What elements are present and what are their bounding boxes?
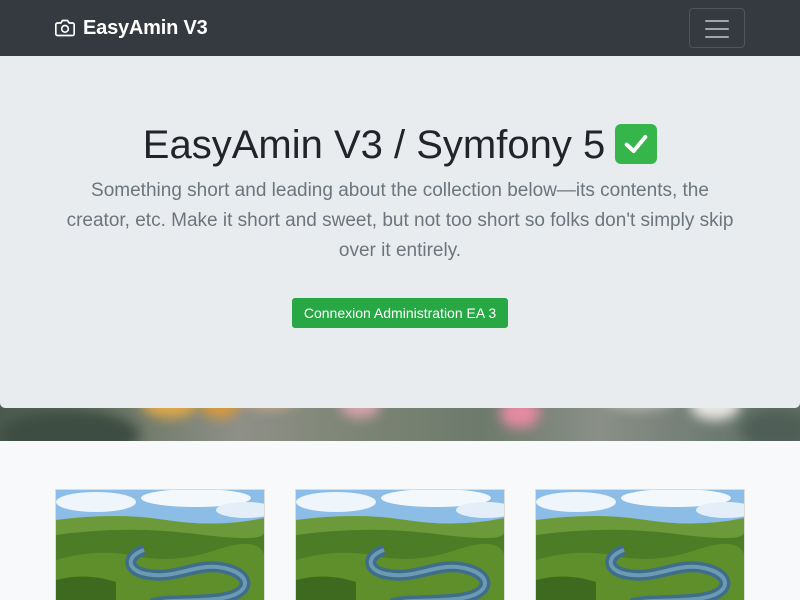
river-valley-thumbnail [296,490,504,600]
river-valley-thumbnail [56,490,264,600]
brand-name: EasyAmin V3 [83,16,208,39]
page-title-text: EasyAmin V3 / Symfony 5 [142,123,606,167]
navbar: EasyAmin V3 [0,0,800,56]
brand-link[interactable]: EasyAmin V3 [55,16,208,40]
jumbotron: EasyAmin V3 / Symfony 5 Something short … [0,56,800,408]
admin-login-button[interactable]: Connexion Administration EA 3 [292,298,508,328]
album-card[interactable] [55,489,265,600]
hamburger-menu-icon [705,20,729,38]
navbar-toggler-button[interactable] [689,8,745,48]
album-card[interactable] [295,489,505,600]
lead-paragraph: Something short and leading about the co… [66,180,734,261]
page-title: EasyAmin V3 / Symfony 5 [0,120,800,170]
check-mark-button-icon [615,124,658,164]
camera-icon [55,19,75,37]
river-valley-thumbnail [536,490,744,600]
album-card[interactable] [535,489,745,600]
